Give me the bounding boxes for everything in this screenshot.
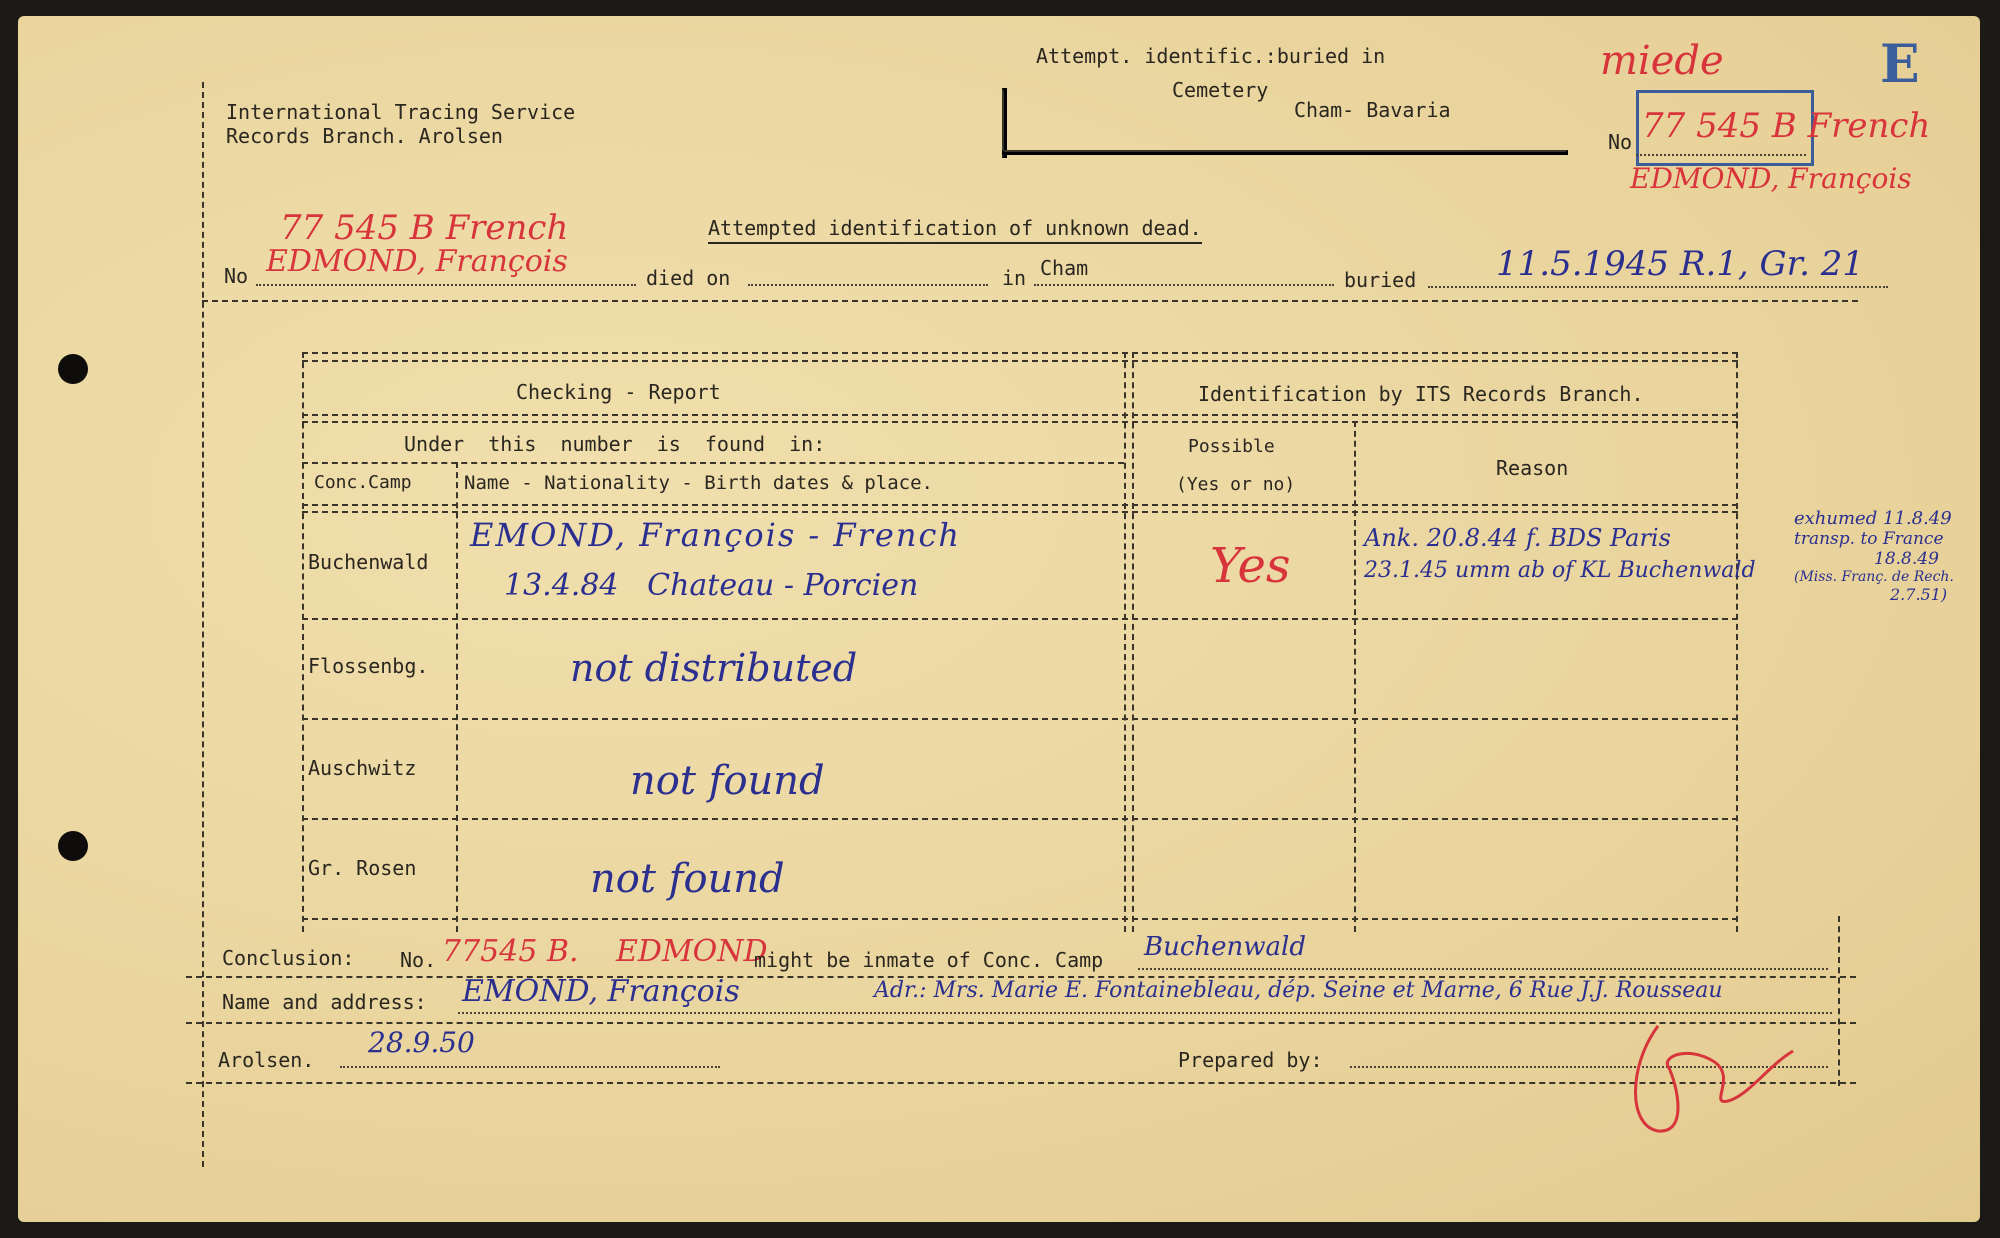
checking-report-header: Checking - Report	[516, 380, 721, 404]
possible-reason-divider	[1354, 421, 1356, 932]
sub-header: Under this number is found in:	[404, 432, 826, 456]
footer-date-value: 28.9.50	[368, 1026, 475, 1059]
table-left	[302, 352, 304, 932]
conclusion-no-value: 77545 B.	[442, 934, 579, 969]
header-no-label: No	[1608, 130, 1633, 154]
punch-hole-bottom	[58, 831, 88, 861]
col-header-rule	[302, 504, 1738, 506]
conclusion-no-label: No.	[400, 948, 437, 972]
row-details-1: not found	[590, 856, 785, 902]
document-title: Attempted identification of unknown dead…	[708, 216, 1202, 244]
record-died-dots	[748, 284, 988, 286]
row-details-1: not found	[630, 758, 825, 804]
record-in-label: in	[1002, 266, 1027, 290]
record-no-dots	[256, 284, 636, 286]
tracing-card: International Tracing Service Records Br…	[18, 16, 1980, 1222]
header-rule	[302, 414, 1738, 416]
row-details-1: not distributed	[570, 646, 858, 690]
margin-note-line: exhumed 11.8.49	[1794, 508, 1952, 529]
margin-note-line: 18.8.49	[1874, 549, 1939, 569]
record-no-label: No	[224, 264, 249, 288]
address-value: Adr.: Mrs. Marie E. Fontainebleau, dép. …	[874, 978, 1723, 1003]
sub-header-rule	[302, 462, 1124, 464]
record-died-label: died on	[646, 266, 731, 290]
record-name-value: EDMOND, François	[266, 244, 568, 279]
corner-letter: E	[1880, 34, 1920, 95]
col-possible-1: Possible	[1188, 436, 1275, 457]
conclusion-text: might be inmate of Conc. Camp	[754, 948, 1104, 972]
col-camp: Conc.Camp	[314, 472, 412, 493]
record-no-value: 77 545 B French	[280, 208, 569, 248]
table-divider-2	[1132, 352, 1134, 932]
row-camp: Gr. Rosen	[308, 856, 417, 880]
attempt-box-left	[1002, 88, 1007, 158]
attempt-place: Cham- Bavaria	[1294, 98, 1451, 122]
col-reason: Reason	[1496, 456, 1569, 480]
attempt-box-bottom	[1002, 150, 1568, 155]
row-camp: Buchenwald	[308, 550, 429, 574]
record-in-value: Cham	[1040, 256, 1089, 280]
punch-hole-top	[58, 354, 88, 384]
col-header-rule-2	[302, 511, 1738, 513]
margin-note-line: transp. to France	[1794, 529, 1944, 549]
signature-scribble	[1634, 1025, 1794, 1133]
row-rule-3	[302, 818, 1738, 820]
org-line1: International Tracing Service	[226, 100, 576, 124]
row-reason-2: 23.1.45 umm ab of KL Buchenwald	[1364, 558, 1756, 583]
table-top-1	[302, 352, 1738, 354]
row-rule-1	[302, 618, 1738, 620]
record-buried-value: 11.5.1945 R.1, Gr. 21	[1496, 244, 1865, 284]
margin-note: exhumed 11.8.49 transp. to France 18.8.4…	[1794, 508, 1974, 604]
attempt-cemetery: Cemetery	[1172, 78, 1269, 102]
margin-note-line: (Miss. Franç. de Rech.	[1794, 569, 1954, 585]
footer-rule	[186, 1082, 1856, 1084]
col-details: Name - Nationality - Birth dates & place…	[464, 472, 933, 494]
row-reason-1: Ank. 20.8.44 f. BDS Paris	[1364, 524, 1671, 552]
row-camp: Auschwitz	[308, 756, 417, 780]
right-footer-rule	[1838, 916, 1840, 1086]
footer-place-label: Arolsen.	[218, 1048, 315, 1072]
identification-header: Identification by ITS Records Branch.	[1198, 382, 1644, 406]
row-rule-4	[302, 918, 1738, 920]
top-annotation: miede	[1600, 38, 1724, 84]
table-right	[1736, 352, 1738, 932]
record-buried-dots	[1428, 286, 1888, 288]
address-name-value: EMOND, François	[462, 974, 740, 1009]
record-in-dots	[1034, 284, 1334, 286]
address-label: Name and address:	[222, 990, 427, 1014]
col-possible-2: (Yes or no)	[1176, 474, 1296, 495]
address-rule	[186, 1022, 1856, 1024]
conclusion-name-value: EDMOND	[616, 934, 768, 969]
row-rule-2	[302, 718, 1738, 720]
record-buried-label: buried	[1344, 268, 1417, 292]
record-rule	[202, 300, 1858, 302]
row-possible: Yes	[1210, 538, 1291, 594]
footer-date-dots	[340, 1066, 720, 1068]
org-line2: Records Branch. Arolsen	[226, 124, 503, 148]
row-details-2: 13.4.84 Chateau - Porcien	[504, 568, 919, 603]
conclusion-dots	[1138, 968, 1828, 970]
conclusion-camp-value: Buchenwald	[1144, 932, 1307, 962]
row-details-1: EMOND, François - French	[470, 516, 961, 554]
row-camp: Flossenbg.	[308, 654, 429, 678]
margin-note-line: 2.7.51)	[1890, 585, 1948, 604]
header-no-value: 77 545 B French	[1642, 106, 1931, 146]
table-top-2	[302, 360, 1738, 362]
header-rule-2	[302, 421, 1738, 423]
header-no-dots	[1636, 154, 1806, 156]
conclusion-label: Conclusion:	[222, 946, 355, 970]
attempt-line1: Attempt. identific.:buried in	[1036, 44, 1386, 68]
table-divider	[1124, 352, 1126, 932]
left-rule	[202, 82, 204, 1167]
footer-prepared-label: Prepared by:	[1178, 1048, 1323, 1072]
header-name-value: EDMOND, François	[1630, 162, 1912, 195]
camp-col-divider	[456, 462, 458, 932]
